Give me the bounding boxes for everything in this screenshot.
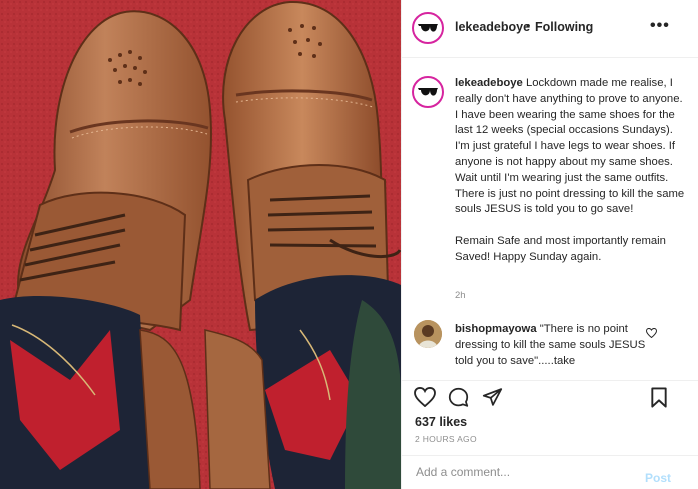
likes-count[interactable]: 637 likes	[415, 415, 467, 429]
comment-icon[interactable]	[448, 387, 469, 408]
post-timestamp[interactable]: 2 HOURS AGO	[415, 434, 477, 444]
author-username[interactable]: lekeadeboye	[455, 20, 530, 34]
heart-icon[interactable]	[414, 387, 436, 407]
share-icon[interactable]	[482, 387, 503, 407]
shoes-photo	[0, 0, 401, 489]
commenter-avatar[interactable]	[414, 320, 442, 348]
separator-dot: •	[526, 19, 531, 33]
caption-avatar[interactable]	[412, 76, 444, 108]
action-bar	[402, 380, 698, 410]
heart-icon[interactable]	[646, 328, 657, 338]
comment-item: bishopmayowa "There is no point dressing…	[455, 322, 655, 369]
following-button[interactable]: Following	[535, 20, 593, 34]
caption-username[interactable]: lekeadeboye	[455, 77, 523, 89]
post-side-panel: lekeadeboye • Following ••• lekeadeboye …	[401, 0, 698, 489]
add-comment-bar: Post	[402, 455, 698, 489]
comments-section: lekeadeboye Lockdown made me realise, I …	[402, 58, 698, 380]
caption-text: Lockdown made me realise, I really don't…	[455, 77, 685, 263]
author-avatar[interactable]	[412, 12, 444, 44]
commenter-photo	[414, 320, 442, 348]
more-options-icon[interactable]: •••	[650, 17, 670, 35]
caption-time: 2h	[455, 290, 466, 301]
post-photo[interactable]	[0, 0, 401, 489]
post-caption: lekeadeboye Lockdown made me realise, I …	[455, 76, 685, 266]
bookmark-icon[interactable]	[650, 387, 668, 408]
post-header: lekeadeboye • Following •••	[402, 0, 698, 58]
comment-input[interactable]	[414, 464, 628, 480]
comment-username[interactable]: bishopmayowa	[455, 323, 537, 335]
post-comment-button[interactable]: Post	[645, 471, 671, 485]
sunglasses-emoji-icon	[418, 88, 438, 96]
sunglasses-emoji-icon	[418, 24, 438, 32]
